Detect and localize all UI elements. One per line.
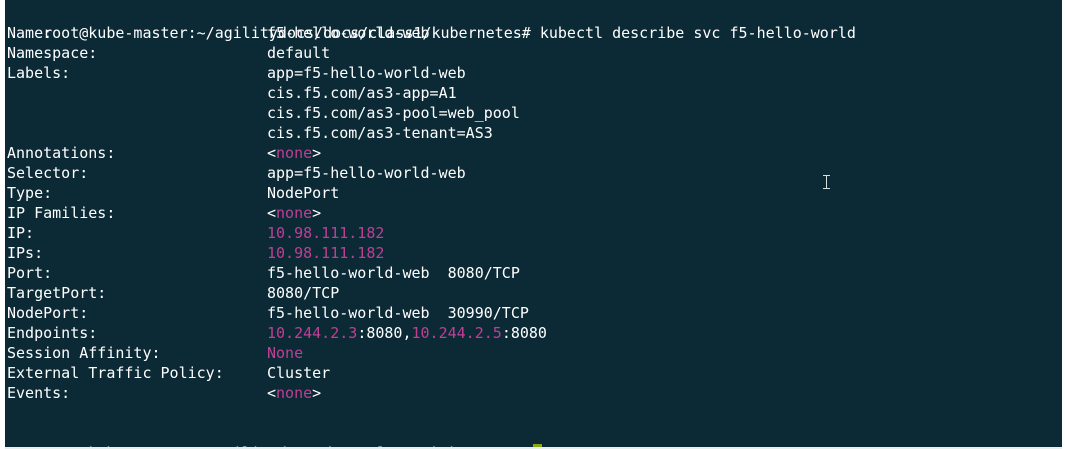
field-node-port: NodePort: f5-hello-world-web 30990/TCP <box>7 303 907 323</box>
field-value: app=f5-hello-world-web <box>267 164 466 182</box>
label-entry: cis.f5.com/as3-tenant=AS3 <box>267 124 493 142</box>
field-label: Events: <box>7 384 71 402</box>
field-value: f5-hello-world-web 30990/TCP <box>267 304 529 322</box>
field-value: Cluster <box>267 364 331 382</box>
label-entry: app=f5-hello-world-web <box>267 64 466 82</box>
field-value: <none> <box>267 143 321 163</box>
field-label: IPs: <box>7 244 44 262</box>
field-label: NodePort: <box>7 304 89 322</box>
field-value: 10.244.2.3:8080,10.244.2.5:8080 <box>267 323 547 343</box>
field-label: External Traffic Policy: <box>7 364 224 382</box>
angle-close: > <box>312 144 322 162</box>
field-label: Endpoints: <box>7 324 98 342</box>
text-cursor-block <box>532 444 542 447</box>
field-value: 8080/TCP <box>267 284 340 302</box>
shell-prompt: root@kube-master:~/agilitydocs/docs/clas… <box>43 444 531 447</box>
endpoint-port: :8080, <box>357 324 412 342</box>
field-labels: Labels: app=f5-hello-world-web <box>7 63 907 83</box>
field-labels-cont: cis.f5.com/as3-pool=web_pool <box>7 103 907 123</box>
mouse-ibeam-cursor-icon <box>823 175 830 189</box>
endpoint-port: :8080 <box>501 324 547 342</box>
field-value: default <box>267 44 331 62</box>
label-entry: cis.f5.com/as3-app=A1 <box>267 84 457 102</box>
angle-close: > <box>312 384 322 402</box>
field-ips: IPs: 10.98.111.182 <box>7 243 907 263</box>
endpoint-ip: 10.244.2.3 <box>267 324 358 342</box>
field-namespace: Namespace: default <box>7 43 907 63</box>
field-label: Type: <box>7 184 53 202</box>
field-value: f5-hello-world-web <box>267 24 430 42</box>
field-label: IP: <box>7 224 35 242</box>
field-label: Selector: <box>7 164 89 182</box>
angle-open: < <box>267 144 277 162</box>
field-label: Annotations: <box>7 144 116 162</box>
field-label: Labels: <box>7 64 71 82</box>
field-port: Port: f5-hello-world-web 8080/TCP <box>7 263 907 283</box>
command-line: root@kube-master:~/agilitydocs/docs/clas… <box>7 3 856 42</box>
field-labels-cont: cis.f5.com/as3-app=A1 <box>7 83 907 103</box>
angle-open: < <box>267 384 277 402</box>
field-label: IP Families: <box>7 204 116 222</box>
field-value: <none> <box>267 383 321 403</box>
field-label: Session Affinity: <box>7 344 161 362</box>
field-ip-families: IP Families: <none> <box>7 203 907 223</box>
field-session-affinity: Session Affinity: None <box>7 343 907 363</box>
field-labels-cont: cis.f5.com/as3-tenant=AS3 <box>7 123 907 143</box>
field-label: Name: <box>7 24 53 42</box>
field-value: f5-hello-world-web 8080/TCP <box>267 264 520 282</box>
ip-address: 10.98.111.182 <box>267 224 385 242</box>
terminal-window[interactable]: root@kube-master:~/agilitydocs/docs/clas… <box>5 0 1062 449</box>
field-target-port: TargetPort: 8080/TCP <box>7 283 907 303</box>
field-name: Name: f5-hello-world-web <box>7 23 907 43</box>
endpoint-ip: 10.244.2.5 <box>411 324 502 342</box>
none-value: none <box>276 384 313 402</box>
field-value: None <box>267 344 304 362</box>
field-external-traffic-policy: External Traffic Policy: Cluster <box>7 363 907 383</box>
angle-open: < <box>267 204 277 222</box>
label-entry: cis.f5.com/as3-pool=web_pool <box>267 104 520 122</box>
field-endpoints: Endpoints: 10.244.2.3:8080,10.244.2.5:80… <box>7 323 907 343</box>
field-annotations: Annotations: <none> <box>7 143 907 163</box>
ip-address: 10.98.111.182 <box>267 244 385 262</box>
field-selector: Selector: app=f5-hello-world-web <box>7 163 907 183</box>
field-label: Namespace: <box>7 44 98 62</box>
prompt-line[interactable]: root@kube-master:~/agilitydocs/docs/clas… <box>7 423 542 447</box>
field-events: Events: <none> <box>7 383 907 403</box>
none-value: none <box>276 144 313 162</box>
field-value: NodePort <box>267 184 340 202</box>
field-label: TargetPort: <box>7 284 107 302</box>
field-value: <none> <box>267 203 321 223</box>
field-ip: IP: 10.98.111.182 <box>7 223 907 243</box>
angle-close: > <box>312 204 322 222</box>
none-value: none <box>276 204 313 222</box>
field-label: Port: <box>7 264 53 282</box>
field-type: Type: NodePort <box>7 183 907 203</box>
